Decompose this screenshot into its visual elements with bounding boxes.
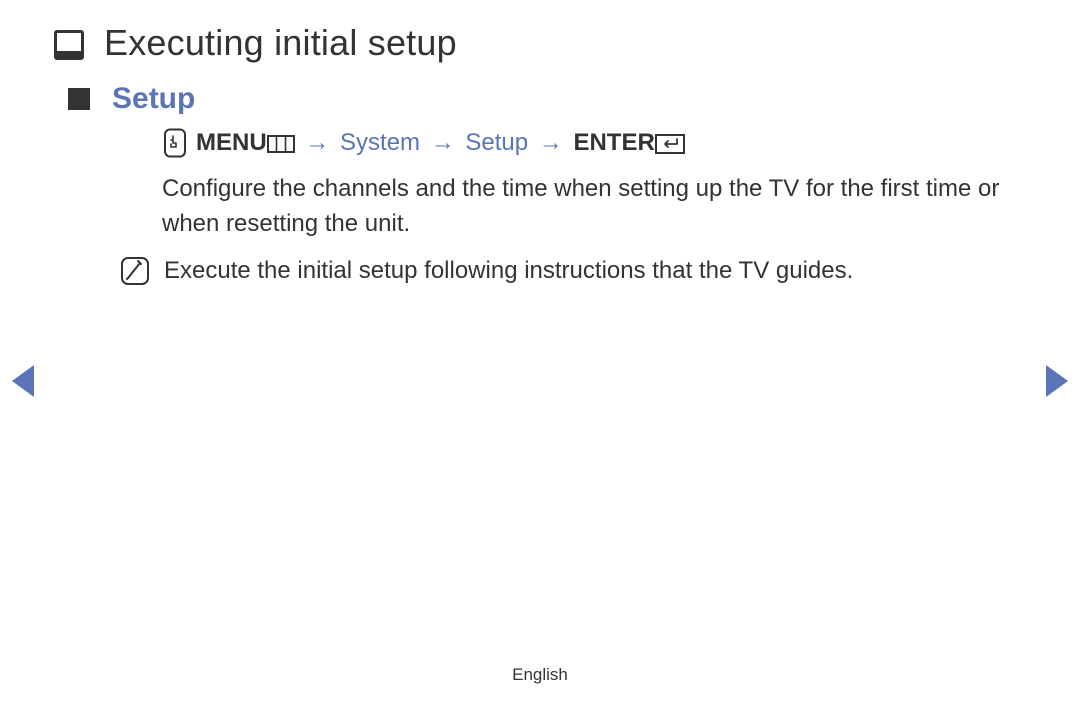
remote-hand-icon (162, 128, 188, 158)
menu-label: MENU (196, 129, 267, 156)
menu-grid-icon (267, 134, 295, 154)
arrow-separator: → (539, 129, 563, 156)
menu-path-row: MENU → System → Setup → ENTER (162, 128, 1032, 158)
square-bullet-icon (68, 88, 90, 110)
manual-page: Executing initial setup Setup MENU → Sys… (0, 0, 1080, 705)
note-text: Execute the initial setup following inst… (164, 254, 853, 289)
section-marker-icon (54, 30, 84, 60)
note-icon (120, 256, 150, 286)
arrow-separator: → (431, 129, 455, 156)
content-block: MENU → System → Setup → ENTER Configure … (162, 128, 1032, 288)
section-heading-row: Setup (68, 82, 1032, 116)
footer-language: English (0, 665, 1080, 685)
page-title: Executing initial setup (104, 22, 457, 64)
menu-path-text: MENU → System → Setup → ENTER (196, 129, 685, 157)
body-paragraph: Configure the channels and the time when… (162, 172, 1032, 242)
arrow-separator: → (305, 129, 329, 156)
section-title: Setup (112, 82, 195, 116)
next-page-arrow[interactable] (1046, 365, 1068, 397)
path-system: System (340, 129, 420, 156)
prev-page-arrow[interactable] (12, 365, 34, 397)
page-title-row: Executing initial setup (54, 22, 1032, 64)
enter-key-icon (655, 133, 685, 155)
note-row: Execute the initial setup following inst… (120, 254, 1032, 289)
enter-label: ENTER (573, 129, 654, 156)
path-setup: Setup (465, 129, 528, 156)
